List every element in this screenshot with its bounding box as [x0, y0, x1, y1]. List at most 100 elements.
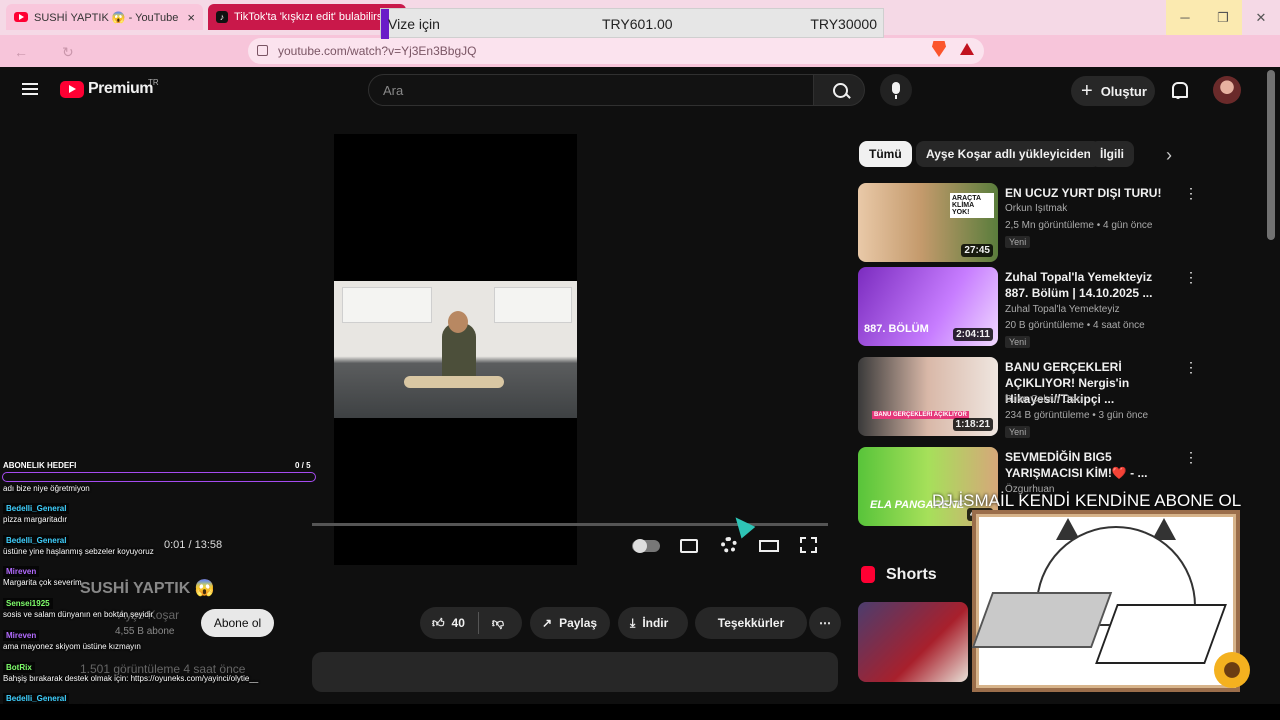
video-meta: 2,5 Mn görüntüleme • 4 gün önce [1005, 220, 1153, 231]
recommendation-item[interactable]: ARAÇTA KLİMA YOK! 27:45 EN UCUZ YURT DIŞ… [858, 183, 1198, 267]
create-button[interactable]: + Oluştur [1071, 76, 1155, 106]
url-field[interactable]: youtube.com/watch?v=Yj3En3BbgJQ [248, 38, 984, 64]
chat-username: Mireven [3, 630, 40, 641]
video-title[interactable]: Zuhal Topal'la Yemekteyiz 887. Bölüm | 1… [1005, 269, 1175, 301]
thanks-button[interactable]: Teşekkürler [695, 607, 807, 639]
menu-icon[interactable] [22, 83, 38, 95]
subscriber-count: 4,55 B abone [115, 626, 175, 637]
more-actions-icon[interactable]: ⋯ [809, 607, 841, 639]
scene-cabinet [342, 287, 432, 323]
price-label: Vize için [388, 16, 440, 32]
subscriber-goal-label: ABONELIK HEDEFI [3, 461, 77, 470]
scene-person-head [448, 311, 468, 333]
subscribe-button[interactable]: Abone ol [201, 609, 274, 637]
share-label: Paylaş [559, 616, 598, 630]
create-label: Oluştur [1100, 83, 1147, 99]
chat-message: üstüne yine haşlanmış sebzeler koyuyoruz [3, 547, 154, 556]
share-button[interactable]: ↗ Paylaş [530, 607, 610, 639]
site-info-icon[interactable] [257, 45, 268, 56]
close-tab-icon[interactable]: × [187, 10, 195, 25]
video-thumbnail[interactable]: ARAÇTA KLİMA YOK! 27:45 [858, 183, 998, 262]
short-thumbnail[interactable] [858, 602, 968, 682]
video-frame [334, 281, 577, 418]
chat-message: sosis ve salam dünyanın en boktan şeyidi… [3, 610, 154, 619]
chat-username: Bedelli_General [3, 693, 70, 704]
country-code: TR [148, 78, 159, 87]
cat-keyboard [1095, 604, 1227, 664]
thanks-label: Teşekkürler [717, 616, 785, 630]
download-label: İndir [642, 616, 669, 630]
video-thumbnail[interactable]: BANU GERÇEKLERİ AÇIKLIYOR 1:18:21 [858, 357, 998, 436]
more-options-icon[interactable]: ⋮ [1184, 449, 1198, 466]
back-icon[interactable]: ← [14, 44, 28, 60]
channel-name[interactable]: Zuhal Topal'la Yemekteyiz [1005, 304, 1120, 315]
logo-text: Premium [88, 80, 153, 97]
download-button[interactable]: ⤓ İndir [618, 607, 688, 639]
more-options-icon[interactable]: ⋮ [1184, 185, 1198, 202]
tab-label: TikTok'ta 'kışkızı edit' bulabilirsin [234, 11, 391, 23]
video-title[interactable]: SEVMEDİĞİN BIG5 YARIŞMACISI KİM!❤️ - ... [1005, 449, 1175, 481]
search-input[interactable]: Ara [368, 74, 814, 106]
channel-name[interactable]: Orkun Işıtmak [1005, 203, 1067, 214]
price-goal: TRY30000 [810, 16, 877, 32]
fullscreen-icon[interactable] [800, 537, 817, 553]
taskbar-strip [0, 704, 1280, 720]
more-options-icon[interactable]: ⋮ [1184, 359, 1198, 376]
video-meta: 234 B görüntüleme • 3 gün önce [1005, 410, 1149, 421]
close-window-icon[interactable]: ✕ [1242, 0, 1280, 35]
settings-gear-icon[interactable] [721, 537, 737, 553]
like-button[interactable]: 👍︎ 40 👎︎ [420, 607, 522, 639]
window-controls: ─ ❐ ✕ [1166, 0, 1280, 35]
chat-message: Bahşiş bırakarak destek olmak için: http… [3, 674, 259, 683]
recommendation-item[interactable]: BANU GERÇEKLERİ AÇIKLIYOR 1:18:21 BANU G… [858, 357, 1198, 441]
rewards-icon[interactable] [960, 43, 974, 55]
youtube-logo[interactable]: Premium [60, 80, 153, 98]
video-title[interactable]: EN UCUZ YURT DIŞI TURU! [1005, 185, 1175, 201]
duration-badge: 27:45 [961, 244, 993, 257]
new-badge: Yeni [1005, 336, 1031, 348]
chip-all[interactable]: Tümü [859, 141, 912, 167]
chat-message: pizza margaritadır [3, 515, 68, 524]
theater-mode-icon[interactable] [759, 540, 779, 552]
chat-message: Margarita çok severim [3, 578, 82, 587]
video-title: SUSHİ YAPTIK 😱 [80, 580, 215, 597]
channel-name[interactable]: Buse Çakan Uslu [1005, 394, 1082, 405]
chat-message: ama mayonez skiyom üstüne kızmayın [3, 642, 141, 651]
subscriber-goal-count: 0 / 5 [295, 461, 311, 470]
subtitles-icon[interactable] [680, 539, 698, 553]
chat-username: Bedelli_General [3, 535, 70, 546]
price-amount: TRY601.00 [602, 16, 673, 32]
share-icon: ↗ [542, 616, 553, 630]
mouse-cursor-icon [728, 511, 756, 539]
autoplay-toggle[interactable] [632, 539, 660, 553]
recommendation-item[interactable]: 887. BÖLÜM 2:04:11 Zuhal Topal'la Yemekt… [858, 267, 1198, 351]
chip-uploader[interactable]: Ayşe Koşar adlı yükleyiciden [916, 141, 1101, 167]
notifications-icon[interactable] [1170, 82, 1188, 99]
scrollbar[interactable] [1267, 70, 1275, 240]
maximize-icon[interactable]: ❐ [1204, 0, 1242, 35]
chip-related[interactable]: İlgili [1090, 141, 1134, 167]
more-options-icon[interactable]: ⋮ [1184, 269, 1198, 286]
time-display: 0:01 / 13:58 [164, 539, 223, 551]
sunflower-icon [1214, 652, 1250, 688]
thumbnail-text: 887. BÖLÜM [864, 323, 929, 335]
microphone-icon[interactable] [880, 74, 912, 106]
tab-tiktok[interactable]: ♪ TikTok'ta 'kışkızı edit' bulabilirsin [208, 4, 406, 30]
duration-badge: 2:04:11 [953, 328, 993, 341]
duration-badge: 1:18:21 [952, 418, 993, 431]
youtube-logo-icon [60, 80, 84, 98]
youtube-icon [14, 12, 28, 22]
subscriber-goal-bar [2, 472, 316, 482]
description-box[interactable] [312, 652, 838, 692]
reload-icon[interactable]: ↻ [62, 44, 74, 61]
thumbs-down-icon[interactable]: 👎︎ [492, 616, 504, 631]
chevron-right-icon[interactable]: › [1166, 145, 1172, 166]
shorts-heading: Shorts [886, 566, 937, 583]
tab-youtube[interactable]: SUSHİ YAPTIK 😱 - YouTube × [6, 4, 203, 30]
minimize-icon[interactable]: ─ [1166, 0, 1204, 35]
address-bar-row: youtube.com/watch?v=Yj3En3BbgJQ [0, 35, 1280, 67]
video-thumbnail[interactable]: 887. BÖLÜM 2:04:11 [858, 267, 998, 346]
search-icon[interactable] [813, 74, 865, 106]
chat-username: BotRix [3, 662, 35, 673]
avatar[interactable] [1213, 76, 1241, 104]
